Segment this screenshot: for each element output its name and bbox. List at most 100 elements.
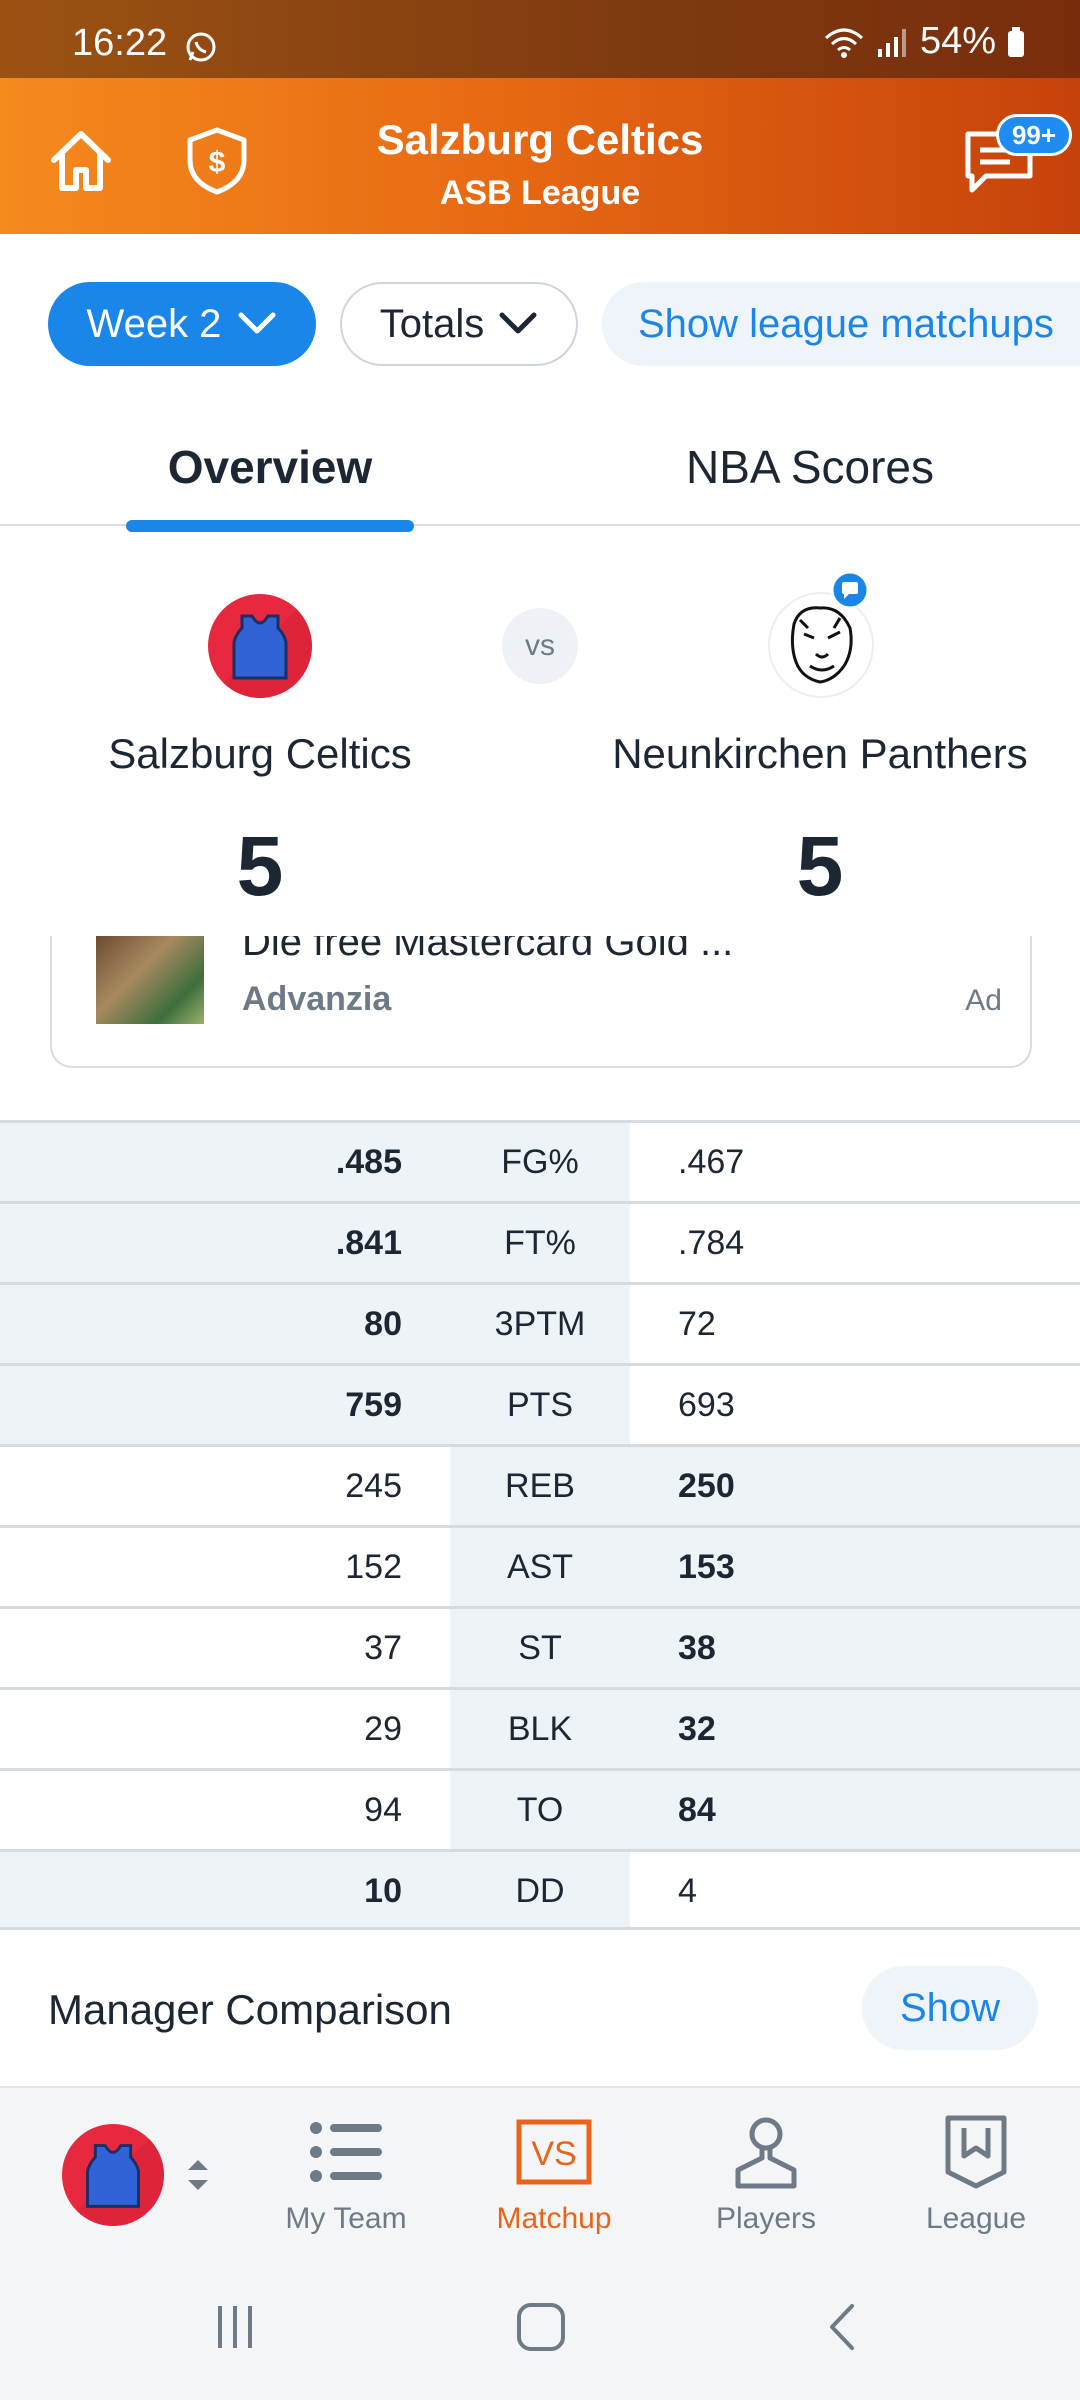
stat-team2-value: 32 (678, 1710, 716, 1748)
stat-team2-value: .784 (678, 1224, 745, 1262)
show-matchups-label: Show league matchups (638, 301, 1054, 346)
manager-comparison-title: Manager Comparison (48, 1986, 452, 2033)
battery-icon (1008, 26, 1024, 57)
home-button-icon[interactable] (514, 2300, 568, 2354)
ad-card[interactable]: Die free Mastercard Gold ... Advanzia Ad (50, 936, 1032, 1068)
signal-icon (877, 28, 906, 57)
show-league-matchups-button[interactable]: Show league matchups (602, 282, 1080, 366)
stat-team1-value: .485 (335, 1143, 402, 1181)
stat-category: FG% (501, 1143, 579, 1181)
recent-apps-icon[interactable] (210, 2302, 260, 2352)
wifi-icon (824, 28, 863, 58)
sort-arrows-icon[interactable] (184, 2156, 212, 2194)
back-icon[interactable] (822, 2302, 862, 2352)
stat-category: TO (516, 1791, 564, 1829)
stat-team1-value: 80 (364, 1305, 402, 1343)
nav-label: Players (715, 2202, 817, 2235)
week-label: Week 2 (86, 301, 222, 346)
team1-score: 5 (236, 819, 284, 913)
stat-row: 80 3PTM 72 (0, 1282, 1080, 1363)
team2-name: Neunkirchen Panthers (612, 730, 1028, 777)
stat-row: .841 FT% .784 (0, 1201, 1080, 1282)
ad-title: Die free Mastercard Gold ... (242, 936, 734, 964)
battery-percent: 54% (919, 20, 996, 62)
stat-category: 3PTM (494, 1305, 586, 1343)
nav-label: Matchup (496, 2202, 612, 2235)
messages-badge: 99+ (996, 114, 1072, 156)
chevron-down-icon (238, 312, 276, 334)
stat-row: .485 FG% .467 (0, 1120, 1080, 1201)
stat-team1-value: 152 (345, 1548, 402, 1586)
stat-team1-value: 245 (345, 1467, 402, 1505)
stat-row: 152 AST 153 (0, 1525, 1080, 1606)
list-icon (310, 2122, 382, 2182)
stat-row: 37 ST 38 (0, 1606, 1080, 1687)
status-bar: 16:22 54% (0, 0, 1080, 78)
nav-my-team[interactable]: My Team (266, 2112, 426, 2236)
stat-category: BLK (507, 1710, 573, 1748)
stat-category: REB (505, 1467, 575, 1505)
nav-matchup[interactable]: VS Matchup (474, 2112, 634, 2236)
app-header: 16:22 54% $ Salzburg Celtics ASB League … (0, 0, 1080, 234)
status-time: 16:22 (72, 22, 168, 64)
stat-team2-value: 4 (678, 1872, 697, 1910)
header-subtitle: ASB League (439, 174, 641, 212)
stat-row: 29 BLK 32 (0, 1687, 1080, 1768)
stat-row: 245 REB 250 (0, 1444, 1080, 1525)
stat-team1-value: 37 (364, 1629, 402, 1667)
stat-team2-value: 153 (678, 1548, 735, 1586)
team1-name: Salzburg Celtics (108, 730, 412, 777)
stat-team1-value: 29 (364, 1710, 402, 1748)
totals-label: Totals (379, 301, 485, 346)
vs-icon: VS (516, 2119, 592, 2185)
stat-team2-value: .467 (678, 1143, 745, 1181)
whatsapp-icon (186, 32, 216, 62)
stat-row: 759 PTS 693 (0, 1363, 1080, 1444)
stat-row: 10 DD 4 (0, 1849, 1080, 1930)
stat-team2-value: 84 (678, 1791, 716, 1829)
chat-bubble-icon (830, 570, 870, 610)
week-dropdown[interactable]: Week 2 (48, 282, 316, 366)
totals-dropdown[interactable]: Totals (340, 282, 578, 366)
stat-team1-value: 10 (364, 1872, 402, 1910)
stat-category: AST (506, 1548, 574, 1586)
team1-logo[interactable] (208, 594, 312, 698)
tab-overview[interactable]: Overview (126, 440, 414, 494)
header-title: Salzburg Celtics (376, 116, 704, 163)
ad-source: Advanzia (242, 980, 392, 1018)
stat-team2-value: 72 (678, 1305, 716, 1343)
tab-indicator (126, 520, 414, 532)
nav-league[interactable]: League (896, 2112, 1056, 2236)
team2-score: 5 (796, 819, 844, 913)
stat-team2-value: 693 (678, 1386, 735, 1424)
tab-nba-scores[interactable]: NBA Scores (640, 440, 980, 494)
ad-image (96, 936, 204, 1024)
manager-comparison-show-button[interactable]: Show (862, 1966, 1038, 2050)
chevron-down-icon (499, 312, 537, 334)
vs-badge: vs (502, 608, 578, 684)
stat-team1-value: 759 (345, 1386, 402, 1424)
svg-text:VS: VS (531, 2135, 576, 2173)
nav-label: League (925, 2202, 1027, 2235)
stats-table: .485 FG% .467 .841 FT% .784 80 3PTM 72 759 PTS 693 2… (0, 1120, 1080, 1930)
person-icon (735, 2117, 797, 2189)
bottom-nav: My Team VS Matchup Players League (0, 2086, 1080, 2256)
team-switcher-logo[interactable] (62, 2124, 164, 2226)
stat-category: ST (518, 1629, 562, 1667)
stat-team1-value: .841 (335, 1224, 402, 1262)
stat-category: PTS (506, 1386, 574, 1424)
jersey-icon (62, 2124, 164, 2226)
stat-row: 94 TO 84 (0, 1768, 1080, 1849)
nav-players[interactable]: Players (686, 2112, 846, 2236)
system-nav-bar (0, 2256, 1080, 2400)
stat-team2-value: 250 (678, 1467, 735, 1505)
tab-bar: Overview NBA Scores (0, 420, 1080, 532)
stat-team2-value: 38 (678, 1629, 716, 1667)
bookmark-shield-icon (945, 2115, 1007, 2189)
stat-category: FT% (504, 1224, 576, 1262)
jersey-icon (208, 594, 312, 698)
stat-team1-value: 94 (364, 1791, 402, 1829)
filter-bar: Week 2 Totals Show league matchups (48, 282, 1080, 366)
nav-label: My Team (285, 2202, 407, 2235)
ad-label: Ad (965, 984, 1002, 1017)
